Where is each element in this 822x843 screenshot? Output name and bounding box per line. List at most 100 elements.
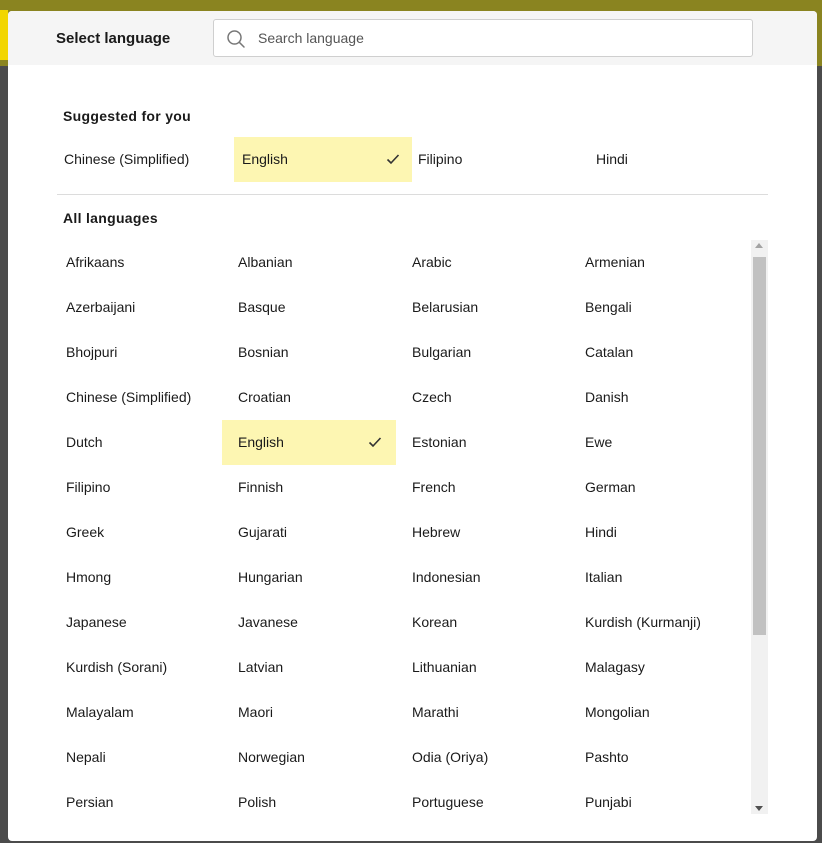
language-option[interactable]: Albanian: [230, 240, 403, 285]
language-option[interactable]: Basque: [230, 285, 403, 330]
language-option[interactable]: Catalan: [577, 330, 750, 375]
language-label: Korean: [412, 614, 458, 630]
language-label: Italian: [585, 569, 623, 585]
language-option[interactable]: Afrikaans: [58, 240, 231, 285]
language-option[interactable]: Gujarati: [230, 510, 403, 555]
language-option[interactable]: Malagasy: [577, 645, 750, 690]
language-option[interactable]: Bengali: [577, 285, 750, 330]
language-option[interactable]: Azerbaijani: [58, 285, 231, 330]
language-label: Catalan: [585, 344, 634, 360]
language-label: Norwegian: [238, 749, 305, 765]
language-option[interactable]: Norwegian: [230, 735, 403, 780]
language-option[interactable]: Javanese: [230, 600, 403, 645]
language-label: Armenian: [585, 254, 645, 270]
language-label: German: [585, 479, 636, 495]
language-label: Kurdish (Sorani): [66, 659, 168, 675]
scroll-thumb[interactable]: [753, 257, 766, 635]
language-option[interactable]: Arabic: [404, 240, 577, 285]
language-label: Malayalam: [66, 704, 134, 720]
language-option[interactable]: Hebrew: [404, 510, 577, 555]
language-label: Chinese (Simplified): [64, 151, 190, 167]
language-label: Maori: [238, 704, 274, 720]
language-option[interactable]: Bosnian: [230, 330, 403, 375]
language-option[interactable]: Persian: [58, 780, 231, 825]
language-option[interactable]: Odia (Oriya): [404, 735, 577, 780]
language-label: Danish: [585, 389, 629, 405]
language-option[interactable]: Bulgarian: [404, 330, 577, 375]
suggested-language-option[interactable]: Filipino: [410, 137, 580, 182]
language-option[interactable]: Malayalam: [58, 690, 231, 735]
suggested-language-option[interactable]: Chinese (Simplified): [56, 137, 226, 182]
language-option[interactable]: Czech: [404, 375, 577, 420]
language-row: Japanese Javanese Korean Kurdish (Kurmanji): [58, 600, 752, 645]
language-label: Greek: [66, 524, 105, 540]
search-box[interactable]: [213, 19, 753, 57]
language-list-scrollbar[interactable]: [751, 240, 768, 814]
suggested-language-option[interactable]: English: [234, 137, 412, 182]
language-label: Albanian: [238, 254, 293, 270]
language-label: Hebrew: [412, 524, 461, 540]
suggested-languages: Chinese (Simplified) English Filipino Hindi: [58, 137, 770, 182]
modal-header: Select language: [8, 11, 817, 65]
suggested-language-option[interactable]: Hindi: [588, 137, 758, 182]
language-option[interactable]: Lithuanian: [404, 645, 577, 690]
language-option[interactable]: Pashto: [577, 735, 750, 780]
language-option[interactable]: Armenian: [577, 240, 750, 285]
scroll-up-arrow-icon[interactable]: [755, 243, 763, 248]
language-option[interactable]: English: [222, 420, 396, 465]
language-option[interactable]: Polish: [230, 780, 403, 825]
language-option[interactable]: Belarusian: [404, 285, 577, 330]
language-label: Punjabi: [585, 794, 632, 810]
language-label: Persian: [66, 794, 114, 810]
language-row: Afrikaans Albanian Arabic Armenian: [58, 240, 752, 285]
language-option[interactable]: Hungarian: [230, 555, 403, 600]
language-label: Odia (Oriya): [412, 749, 489, 765]
language-option[interactable]: Nepali: [58, 735, 231, 780]
language-option[interactable]: Maori: [230, 690, 403, 735]
language-option[interactable]: Hindi: [577, 510, 750, 555]
language-option[interactable]: Hmong: [58, 555, 231, 600]
language-option[interactable]: Korean: [404, 600, 577, 645]
language-option[interactable]: Kurdish (Sorani): [58, 645, 231, 690]
language-option[interactable]: Estonian: [404, 420, 577, 465]
language-option[interactable]: Greek: [58, 510, 231, 555]
language-label: Malagasy: [585, 659, 645, 675]
language-label: Finnish: [238, 479, 284, 495]
language-option[interactable]: Filipino: [58, 465, 231, 510]
language-option[interactable]: Latvian: [230, 645, 403, 690]
language-label: Kurdish (Kurmanji): [585, 614, 701, 630]
language-option[interactable]: Japanese: [58, 600, 231, 645]
language-option[interactable]: Marathi: [404, 690, 577, 735]
language-option[interactable]: Indonesian: [404, 555, 577, 600]
language-option[interactable]: German: [577, 465, 750, 510]
language-option[interactable]: Bhojpuri: [58, 330, 231, 375]
language-label: Basque: [238, 299, 286, 315]
language-option[interactable]: Finnish: [230, 465, 403, 510]
language-label: Arabic: [412, 254, 452, 270]
language-label: Polish: [238, 794, 277, 810]
scroll-down-arrow-icon[interactable]: [755, 806, 763, 811]
language-option[interactable]: Danish: [577, 375, 750, 420]
language-label: Japanese: [66, 614, 127, 630]
language-option[interactable]: Ewe: [577, 420, 750, 465]
language-option[interactable]: Punjabi: [577, 780, 750, 825]
language-label: Belarusian: [412, 299, 479, 315]
language-option[interactable]: Italian: [577, 555, 750, 600]
suggested-heading: Suggested for you: [63, 108, 191, 124]
language-label: Hungarian: [238, 569, 303, 585]
search-input[interactable]: [258, 20, 738, 56]
language-label: Hmong: [66, 569, 112, 585]
language-option[interactable]: Kurdish (Kurmanji): [577, 600, 750, 645]
language-row: Chinese (Simplified) Croatian Czech Danish: [58, 375, 752, 420]
language-label: Croatian: [238, 389, 291, 405]
language-option[interactable]: Croatian: [230, 375, 403, 420]
all-languages-list: Afrikaans Albanian Arabic Armenian Azerbaija…: [58, 240, 752, 825]
language-option[interactable]: Dutch: [58, 420, 231, 465]
language-label: Lithuanian: [412, 659, 477, 675]
language-option[interactable]: Chinese (Simplified): [58, 375, 231, 420]
language-option[interactable]: Mongolian: [577, 690, 750, 735]
language-option[interactable]: French: [404, 465, 577, 510]
language-row: Filipino Finnish French German: [58, 465, 752, 510]
language-label: Indonesian: [412, 569, 481, 585]
language-option[interactable]: Portuguese: [404, 780, 577, 825]
